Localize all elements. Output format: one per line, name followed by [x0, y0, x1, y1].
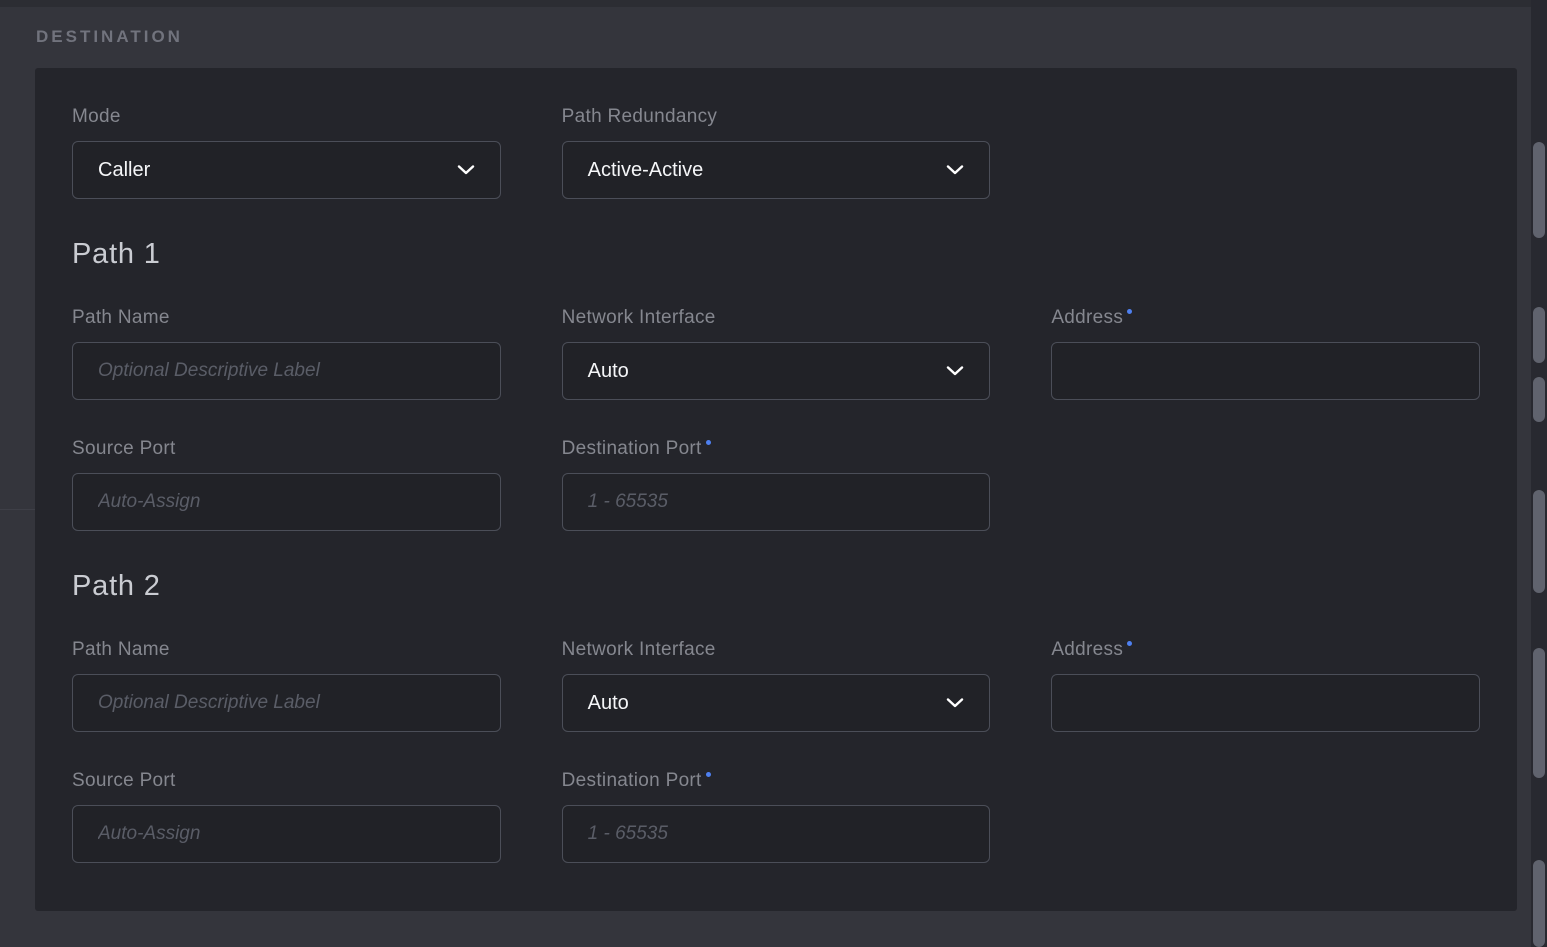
path1-row1: Path Name Network Interface Auto Address	[72, 308, 1480, 400]
path-redundancy-select-value: Active-Active	[588, 159, 704, 182]
chevron-down-icon	[946, 366, 964, 376]
path1-source-port-label: Source Port	[72, 439, 501, 459]
path1-address-label: Address	[1051, 308, 1480, 328]
chevron-down-icon	[946, 698, 964, 708]
path2-path-name-label: Path Name	[72, 640, 501, 660]
required-indicator	[1127, 641, 1132, 646]
path2-destination-port-field: Destination Port	[562, 771, 991, 863]
path1-network-interface-value: Auto	[588, 360, 629, 383]
path1-path-name-field: Path Name	[72, 308, 501, 400]
path2-heading: Path 2	[72, 570, 1480, 603]
required-indicator	[1127, 309, 1132, 314]
path1-network-interface-label: Network Interface	[562, 308, 991, 328]
path1-row2: Source Port Destination Port	[72, 439, 1480, 531]
path-redundancy-field: Path Redundancy Active-Active	[562, 107, 991, 199]
path1-path-name-input[interactable]	[72, 342, 501, 400]
mode-select-value: Caller	[98, 159, 150, 182]
path2-row2: Source Port Destination Port	[72, 771, 1480, 863]
path1-source-port-input[interactable]	[72, 473, 501, 531]
path1-path-name-label: Path Name	[72, 308, 501, 328]
scrollbar-thumb[interactable]	[1533, 860, 1545, 947]
path1-destination-port-label: Destination Port	[562, 439, 991, 459]
path-redundancy-select[interactable]: Active-Active	[562, 141, 991, 199]
path2-network-interface-field: Network Interface Auto	[562, 640, 991, 732]
scrollbar-track[interactable]	[1531, 0, 1547, 947]
scrollbar-thumb[interactable]	[1533, 377, 1545, 422]
path2-source-port-label: Source Port	[72, 771, 501, 791]
mode-label: Mode	[72, 107, 501, 127]
path1-network-interface-select[interactable]: Auto	[562, 342, 991, 400]
path1-network-interface-field: Network Interface Auto	[562, 308, 991, 400]
mode-row: Mode Caller Path Redundancy Active-Activ…	[72, 107, 1480, 199]
mode-select[interactable]: Caller	[72, 141, 501, 199]
background-divider	[0, 509, 35, 510]
mode-field: Mode Caller	[72, 107, 501, 199]
required-indicator	[706, 440, 711, 445]
path2-path-name-input[interactable]	[72, 674, 501, 732]
path2-destination-port-input[interactable]	[562, 805, 991, 863]
path1-destination-port-input[interactable]	[562, 473, 991, 531]
path1-address-field: Address	[1051, 308, 1480, 400]
scrollbar-thumb[interactable]	[1533, 648, 1545, 778]
scrollbar-thumb[interactable]	[1533, 307, 1545, 363]
path2-address-field: Address	[1051, 640, 1480, 732]
path2-destination-port-label: Destination Port	[562, 771, 991, 791]
path1-source-port-field: Source Port	[72, 439, 501, 531]
chevron-down-icon	[946, 165, 964, 175]
path2-source-port-field: Source Port	[72, 771, 501, 863]
path2-address-label: Address	[1051, 640, 1480, 660]
path1-address-input[interactable]	[1051, 342, 1480, 400]
destination-panel: Mode Caller Path Redundancy Active-Activ…	[35, 68, 1517, 911]
path2-network-interface-label: Network Interface	[562, 640, 991, 660]
path2-path-name-field: Path Name	[72, 640, 501, 732]
scrollbar-thumb[interactable]	[1533, 490, 1545, 593]
path1-destination-port-field: Destination Port	[562, 439, 991, 531]
path-redundancy-label: Path Redundancy	[562, 107, 991, 127]
path2-address-input[interactable]	[1051, 674, 1480, 732]
path1-heading: Path 1	[72, 238, 1480, 271]
path2-row1: Path Name Network Interface Auto Address	[72, 640, 1480, 732]
top-edge-band	[0, 0, 1547, 7]
path2-network-interface-value: Auto	[588, 692, 629, 715]
required-indicator	[706, 772, 711, 777]
section-title: DESTINATION	[36, 27, 183, 47]
destination-settings-page: DESTINATION Mode Caller Path Redundancy …	[0, 0, 1547, 947]
scrollbar-thumb[interactable]	[1533, 142, 1545, 238]
path2-source-port-input[interactable]	[72, 805, 501, 863]
chevron-down-icon	[457, 165, 475, 175]
path2-network-interface-select[interactable]: Auto	[562, 674, 991, 732]
